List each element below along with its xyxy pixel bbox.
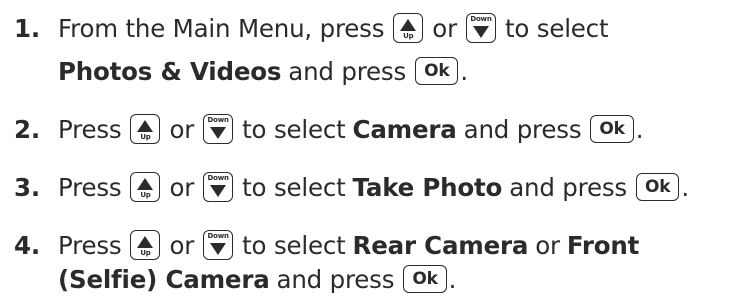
ok-key-icon: Ok <box>590 115 634 143</box>
step-text-part: . <box>681 172 689 202</box>
step-text-part: or <box>432 13 457 43</box>
step-text-part: to select <box>242 114 346 144</box>
menu-item-name: Camera <box>352 114 457 144</box>
up-key-caption: Up <box>140 249 151 257</box>
menu-item-name: Take Photo <box>352 172 503 202</box>
up-key-caption: Up <box>140 191 151 199</box>
down-key-caption: Down <box>470 15 492 23</box>
step-text-part: to select <box>504 13 609 43</box>
step-text-part: and press <box>276 264 395 294</box>
step-text-part: or <box>169 114 195 144</box>
step-number: 4. <box>14 230 40 260</box>
up-key-icon: Up <box>130 230 161 260</box>
up-key-icon: Up <box>130 172 161 202</box>
step-text-part: to select <box>242 230 346 260</box>
step-text-part: . <box>448 264 457 294</box>
ok-key-icon: Ok <box>403 265 447 293</box>
step-text: Press Up or Down to select Take Photo an… <box>58 172 689 202</box>
down-key-caption: Down <box>207 232 229 240</box>
instruction-steps: 1. From the Main Menu, press Up or Down … <box>0 0 737 301</box>
step-text-part: and press <box>509 172 627 202</box>
step-text: (Selfie) Camera and press Ok . <box>58 265 456 294</box>
step-number: 2. <box>14 114 40 144</box>
down-key-icon: Down <box>203 230 234 260</box>
step-text-part: to select <box>242 172 346 202</box>
menu-item-name: Front <box>566 230 640 260</box>
ok-key-icon: Ok <box>635 173 680 201</box>
step-text-part: Press <box>58 172 122 202</box>
step-text-part: or <box>535 230 560 260</box>
down-key-icon: Down <box>203 114 234 144</box>
step-text: Press Up or Down to select Camera and pr… <box>58 114 644 144</box>
up-key-icon: Up <box>393 13 424 43</box>
down-key-icon: Down <box>203 172 234 202</box>
step-text-part: Press <box>58 230 122 260</box>
step-text-part: From the Main Menu, press <box>58 13 385 43</box>
down-key-caption: Down <box>207 174 229 182</box>
step-text-part: Press <box>58 114 122 144</box>
step-text: Photos & Videos and press Ok . <box>58 57 468 86</box>
menu-item-name: Rear Camera <box>352 230 529 260</box>
down-key-icon: Down <box>465 13 496 43</box>
step-number: 1. <box>14 13 40 43</box>
up-key-caption: Up <box>140 133 151 141</box>
up-key-icon: Up <box>130 114 161 144</box>
step-text: From the Main Menu, press Up or Down to … <box>58 13 609 43</box>
step-text-part: and press <box>288 56 407 86</box>
down-key-caption: Down <box>207 116 229 124</box>
menu-item-name: Photos & Videos <box>58 56 282 86</box>
up-key-caption: Up <box>403 32 414 40</box>
menu-item-name: (Selfie) Camera <box>58 264 270 294</box>
step-number: 3. <box>14 172 40 202</box>
step-text-part: and press <box>463 114 582 144</box>
ok-key-icon: Ok <box>415 57 459 85</box>
step-text-part: or <box>169 230 195 260</box>
step-text: Press Up or Down to select Rear Camera o… <box>58 230 639 260</box>
step-text-part: . <box>635 114 644 144</box>
step-text-part: . <box>460 56 469 86</box>
step-text-part: or <box>169 172 195 202</box>
